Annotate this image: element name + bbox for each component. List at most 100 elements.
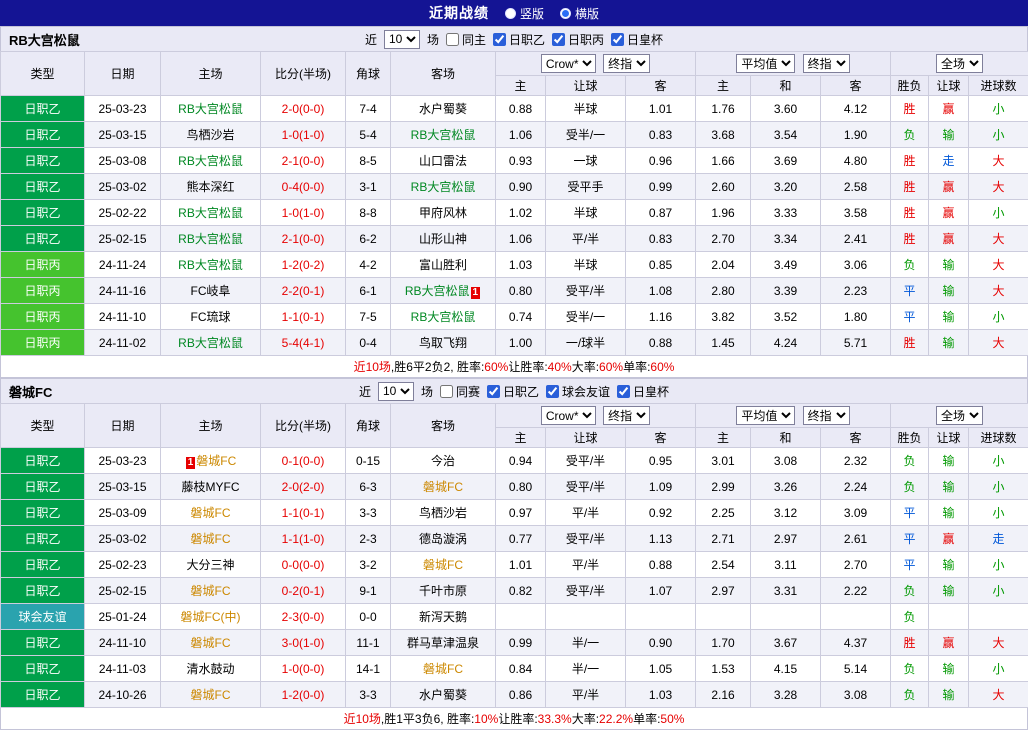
same-competition-checkbox[interactable] — [440, 385, 453, 398]
home-team[interactable]: 磐城FC — [161, 578, 261, 604]
avg-odds-select[interactable]: 平均值 — [736, 406, 795, 425]
same-home-checkbox[interactable] — [446, 33, 459, 46]
away-team[interactable]: 富山胜利 — [391, 252, 496, 278]
away-team[interactable]: 磐城FC — [391, 656, 496, 682]
radio-horizontal-layout[interactable]: 横版 — [560, 5, 599, 22]
away-team[interactable]: 磐城FC — [391, 474, 496, 500]
away-team[interactable]: 鸟取飞翔 — [391, 330, 496, 356]
filter-league-j2[interactable]: 日职乙 — [493, 31, 545, 48]
home-team[interactable]: 清水鼓动 — [161, 656, 261, 682]
home-team[interactable]: 1磐城FC — [161, 448, 261, 474]
emperors-cup-checkbox[interactable] — [617, 385, 630, 398]
avg-away: 5.71 — [821, 330, 891, 356]
odds-company-select[interactable]: Crow* — [541, 54, 596, 73]
scope-select[interactable]: 全场 — [936, 54, 983, 73]
team-name-text: 磐城FC — [191, 506, 231, 520]
home-team[interactable]: 磐城FC — [161, 500, 261, 526]
scope-select-cell: 全场 — [891, 52, 1028, 76]
home-team[interactable]: 磐城FC — [161, 682, 261, 708]
odds-select-cell: Crow* 终指 — [496, 404, 696, 428]
home-team[interactable]: FC岐阜 — [161, 278, 261, 304]
handicap-result: 输 — [929, 682, 969, 708]
avg-home: 1.53 — [696, 656, 751, 682]
home-team[interactable]: 磐城FC — [161, 526, 261, 552]
club-friendly-checkbox[interactable] — [546, 385, 559, 398]
team-name-text: RB大宫松鼠 — [411, 180, 476, 194]
result-flag: 负 — [891, 252, 929, 278]
filter-emperors-cup[interactable]: 日皇杯 — [617, 383, 669, 400]
result-flag: 胜 — [891, 226, 929, 252]
result-flag: 胜 — [891, 330, 929, 356]
avg-odds-select[interactable]: 平均值 — [736, 54, 795, 73]
radio-vertical-layout[interactable]: 竖版 — [505, 5, 544, 22]
home-team[interactable]: 磐城FC — [161, 630, 261, 656]
odds-final-select[interactable]: 终指 — [603, 54, 650, 73]
away-team[interactable]: 今治 — [391, 448, 496, 474]
away-team[interactable]: 德岛漩涡 — [391, 526, 496, 552]
match-date: 24-10-26 — [85, 682, 161, 708]
league-j3-checkbox[interactable] — [552, 33, 565, 46]
home-team[interactable]: 藤枝MYFC — [161, 474, 261, 500]
handicap-line — [546, 604, 626, 630]
recent-count-select[interactable]: 10 — [378, 382, 414, 401]
avg-final-select[interactable]: 终指 — [803, 406, 850, 425]
col-odds-away: 客 — [626, 428, 696, 448]
result-flag: 负 — [891, 656, 929, 682]
result-flag: 平 — [891, 526, 929, 552]
away-team[interactable]: 新泻天鹅 — [391, 604, 496, 630]
filter-league-j3[interactable]: 日职丙 — [552, 31, 604, 48]
handicap-line: 半球 — [546, 252, 626, 278]
away-team[interactable]: 鸟栖沙岩 — [391, 500, 496, 526]
home-team[interactable]: RB大宫松鼠 — [161, 226, 261, 252]
away-team[interactable]: 山口雷法 — [391, 148, 496, 174]
handicap-result: 走 — [929, 148, 969, 174]
corners: 6-3 — [346, 474, 391, 500]
filter-club-friendly[interactable]: 球会友谊 — [546, 383, 610, 400]
home-team[interactable]: 磐城FC(中) — [161, 604, 261, 630]
handicap-result: 赢 — [929, 96, 969, 122]
emperors-cup-checkbox[interactable] — [611, 33, 624, 46]
radio-icon[interactable] — [560, 8, 571, 19]
avg-home: 3.68 — [696, 122, 751, 148]
odds-company-select[interactable]: Crow* — [541, 406, 596, 425]
filter-emperors-cup[interactable]: 日皇杯 — [611, 31, 663, 48]
away-team[interactable]: 磐城FC — [391, 552, 496, 578]
away-team[interactable]: RB大宫松鼠 — [391, 174, 496, 200]
score: 2-0(0-0) — [261, 96, 346, 122]
avg-final-select[interactable]: 终指 — [803, 54, 850, 73]
away-team[interactable]: 山形山神 — [391, 226, 496, 252]
home-team[interactable]: 鸟栖沙岩 — [161, 122, 261, 148]
home-team[interactable]: 大分三神 — [161, 552, 261, 578]
radio-icon[interactable] — [505, 8, 516, 19]
away-team[interactable]: 千叶市原 — [391, 578, 496, 604]
home-team[interactable]: RB大宫松鼠 — [161, 252, 261, 278]
home-team[interactable]: RB大宫松鼠 — [161, 96, 261, 122]
away-team[interactable]: 水户蜀葵 — [391, 96, 496, 122]
league-badge: 日职乙 — [1, 122, 85, 148]
away-team[interactable]: RB大宫松鼠 — [391, 122, 496, 148]
filter-same-competition[interactable]: 同赛 — [440, 383, 480, 400]
home-team[interactable]: RB大宫松鼠 — [161, 148, 261, 174]
team-name-text: 富山胜利 — [419, 258, 467, 272]
away-team[interactable]: RB大宫松鼠1 — [391, 278, 496, 304]
scope-select[interactable]: 全场 — [936, 406, 983, 425]
corners: 7-4 — [346, 96, 391, 122]
recent-count-select[interactable]: 10 — [384, 30, 420, 49]
home-team[interactable]: FC琉球 — [161, 304, 261, 330]
home-team[interactable]: RB大宫松鼠 — [161, 200, 261, 226]
result-flag: 负 — [891, 604, 929, 630]
league-j2-checkbox[interactable] — [493, 33, 506, 46]
filter-same-home[interactable]: 同主 — [446, 31, 486, 48]
home-team[interactable]: 熊本深红 — [161, 174, 261, 200]
odds-final-select[interactable]: 终指 — [603, 406, 650, 425]
away-team[interactable]: 甲府风林 — [391, 200, 496, 226]
away-team[interactable]: 水户蜀葵 — [391, 682, 496, 708]
avg-home: 2.25 — [696, 500, 751, 526]
away-team[interactable]: RB大宫松鼠 — [391, 304, 496, 330]
match-date: 24-11-02 — [85, 330, 161, 356]
avg-away: 1.80 — [821, 304, 891, 330]
filter-league-j2[interactable]: 日职乙 — [487, 383, 539, 400]
league-j2-checkbox[interactable] — [487, 385, 500, 398]
away-team[interactable]: 群马草津温泉 — [391, 630, 496, 656]
home-team[interactable]: RB大宫松鼠 — [161, 330, 261, 356]
